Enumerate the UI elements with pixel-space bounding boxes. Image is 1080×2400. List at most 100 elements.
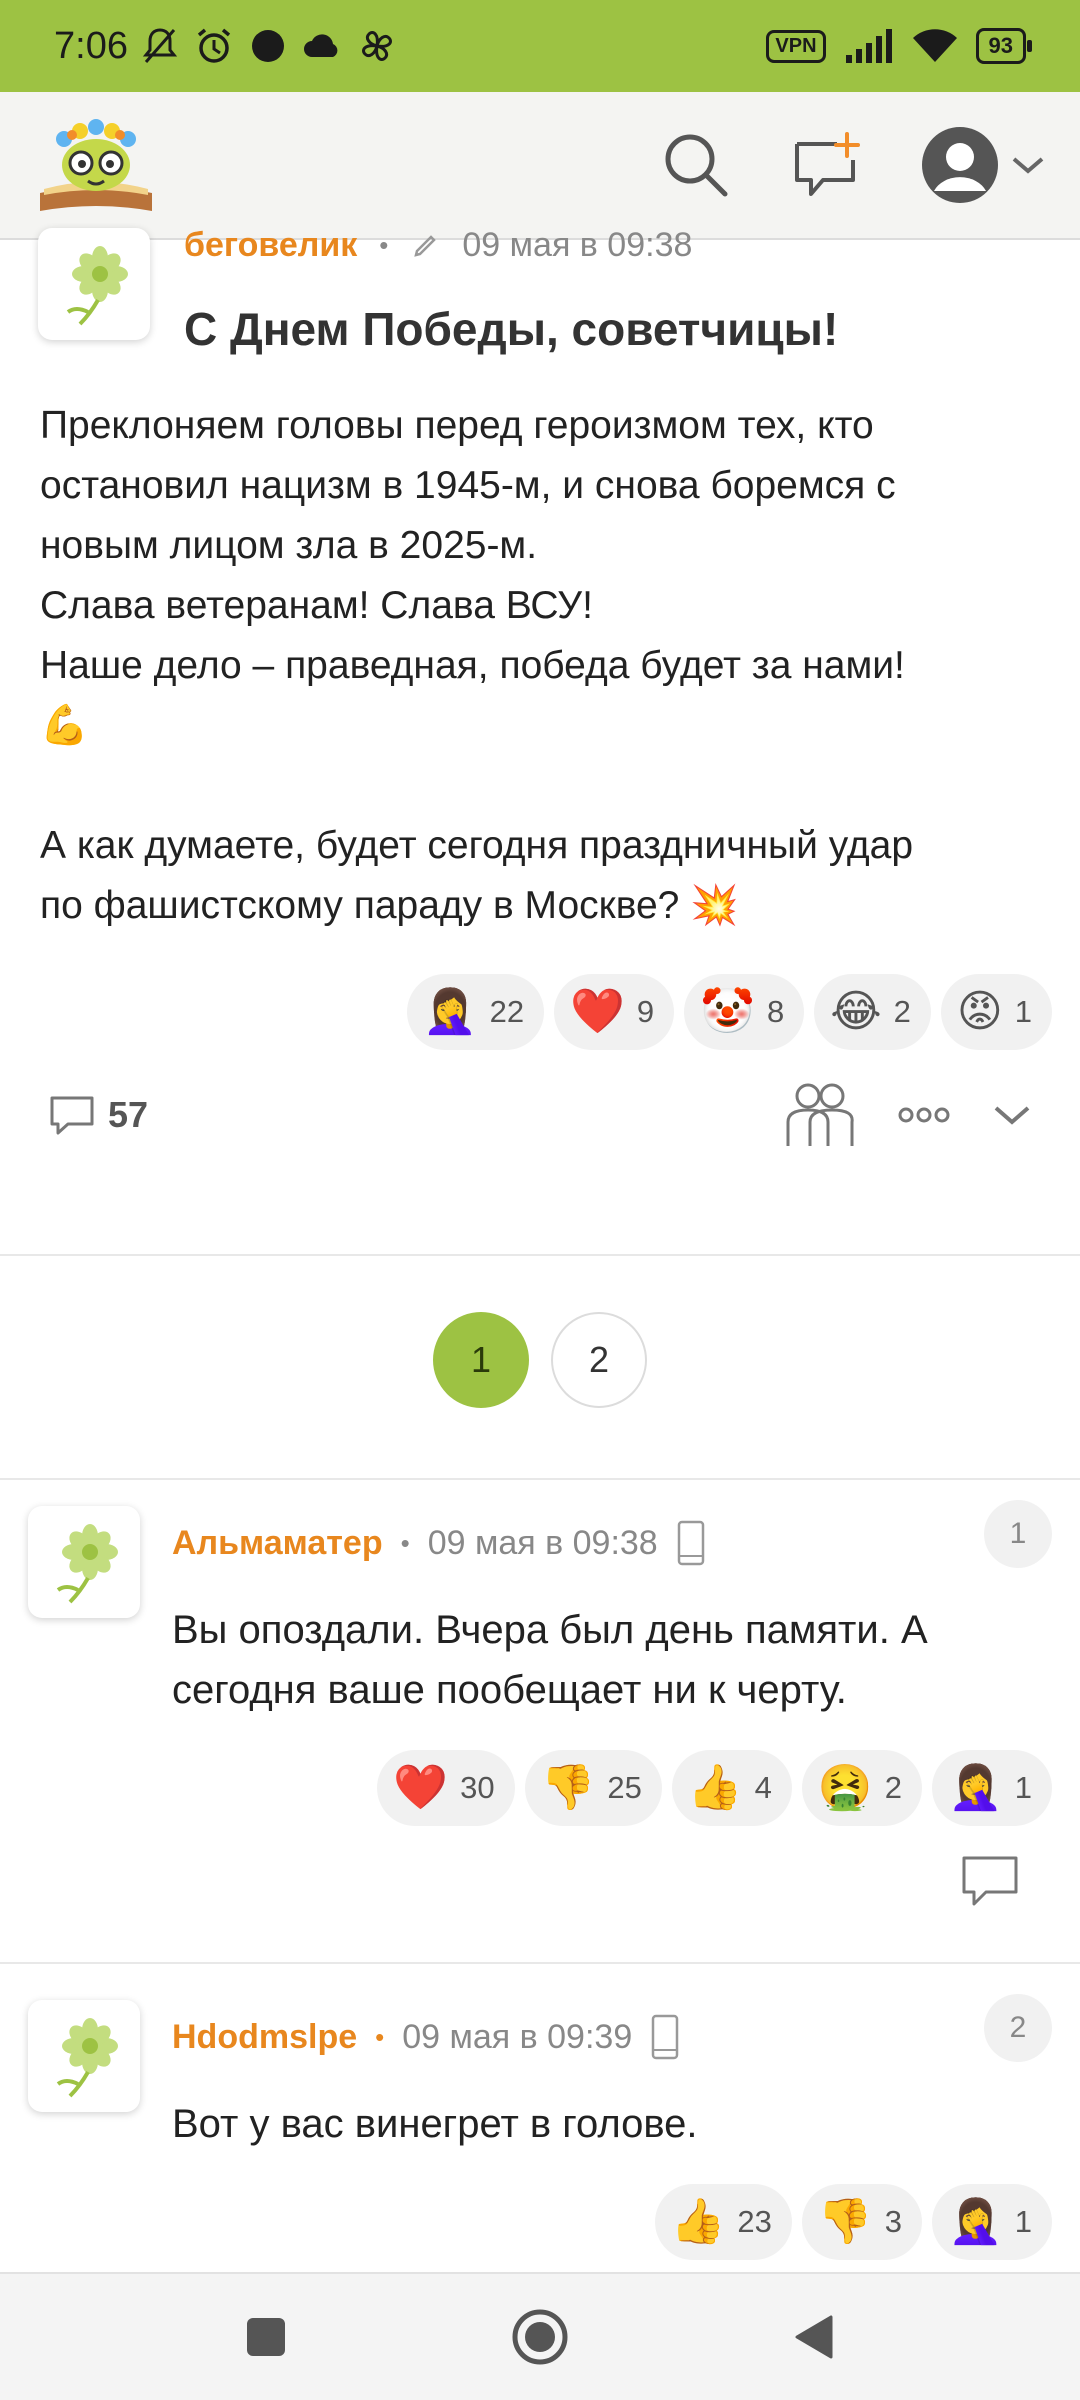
- system-nav-bar: [0, 2272, 1080, 2400]
- reaction-count: 4: [754, 1770, 772, 1805]
- reply-icon[interactable]: [960, 1854, 1020, 1908]
- square-icon: [247, 2318, 285, 2356]
- post-body-line: новым лицом зла в 2025-м.: [40, 524, 538, 567]
- reaction-laugh[interactable]: 😂 2: [814, 974, 931, 1050]
- post-body-line: Слава ветеранам! Слава ВСУ!: [40, 584, 593, 627]
- comment-time: 09 мая в 09:39: [402, 2017, 633, 2056]
- thumbs-down-icon: 👎: [817, 2196, 873, 2247]
- flower-bookworm-logo[interactable]: [34, 115, 158, 215]
- comment-author-name[interactable]: Альмаматер: [172, 1524, 383, 1563]
- cloud-icon: [303, 34, 338, 57]
- comment-author-avatar[interactable]: [28, 1506, 140, 1618]
- reaction-heart[interactable]: ❤️ 30: [377, 1750, 515, 1826]
- profile-menu[interactable]: [920, 125, 1046, 205]
- divider: [0, 1254, 1080, 1256]
- vomit-icon: 🤮: [817, 1762, 873, 1813]
- comment: Альмаматер • 09 мая в 09:38 1 Вы опоздал…: [0, 1478, 1080, 1962]
- comment-text: Вы опоздали. Вчера был день памяти. А се…: [172, 1608, 928, 1712]
- reaction-count: 9: [636, 994, 655, 1029]
- alarm-icon: [197, 28, 231, 63]
- wifi-icon: [912, 29, 957, 62]
- reaction-count: 23: [737, 2204, 772, 2239]
- battery-icon: 93: [975, 28, 1033, 64]
- reaction-thumbs-down[interactable]: 👎 3: [801, 2184, 922, 2260]
- home-button[interactable]: [508, 2305, 572, 2369]
- search-icon[interactable]: [660, 129, 732, 201]
- comment-number: 1: [984, 1500, 1052, 1568]
- post-footer: 57: [0, 1080, 1080, 1160]
- back-triangle-icon: [795, 2315, 833, 2359]
- comments-count-button[interactable]: 57: [48, 1094, 148, 1136]
- status-bar: 7:06 VPN 93: [0, 0, 1080, 92]
- post-body-line: А как думаете, будет сегодня праздничный…: [40, 824, 914, 867]
- daisy-icon: [66, 246, 128, 326]
- bell-off-icon: [142, 28, 178, 63]
- heart-icon: ❤️: [393, 1762, 449, 1813]
- thumbs-up-icon: 👍: [670, 2196, 726, 2247]
- home-circle-icon: [512, 2309, 568, 2365]
- reaction-count: 8: [766, 994, 785, 1029]
- collapse-chevron-icon[interactable]: [992, 1102, 1032, 1128]
- reaction-count: 1: [1014, 2204, 1032, 2239]
- people-icon[interactable]: [782, 1080, 856, 1150]
- meta-separator: •: [379, 230, 389, 260]
- reaction-count: 25: [607, 1770, 642, 1805]
- page-button-2[interactable]: 2: [551, 1312, 647, 1408]
- dot-icon: [251, 30, 284, 62]
- chevron-down-icon[interactable]: [1010, 153, 1046, 177]
- post-footer-actions: [782, 1080, 1032, 1150]
- comment-author-name[interactable]: Hdodmslpe: [172, 2018, 357, 2057]
- reaction-clown[interactable]: 🤡 8: [684, 974, 805, 1050]
- comment: Hdodmslpe • 09 мая в 09:39 2 Вот у вас в…: [0, 1962, 1080, 2272]
- vpn-icon: VPN: [766, 29, 826, 63]
- post-body-line: Наше дело – праведная, победа будет за н…: [40, 644, 905, 687]
- facepalm-icon: 🤦‍♀️: [947, 1762, 1003, 1813]
- post-body-line: Преклоняем головы перед героизмом тех, к…: [40, 404, 874, 447]
- recents-button[interactable]: [234, 2305, 298, 2369]
- reaction-count: 30: [460, 1770, 495, 1805]
- reaction-vomit[interactable]: 🤮 2: [801, 1750, 922, 1826]
- reaction-count: 1: [1014, 1770, 1032, 1805]
- reaction-thumbs-down[interactable]: 👎 25: [524, 1750, 662, 1826]
- edit-pencil-icon: [414, 234, 437, 257]
- reaction-count: 1: [1014, 994, 1032, 1029]
- reaction-facepalm[interactable]: 🤦‍♀️ 22: [406, 974, 545, 1050]
- reaction-angry[interactable]: 😡 1: [940, 974, 1052, 1050]
- reaction-count: 2: [884, 1770, 902, 1805]
- reaction-heart[interactable]: ❤️ 9: [554, 974, 675, 1050]
- meta-separator: •: [375, 2021, 385, 2052]
- new-post-icon[interactable]: [790, 129, 862, 201]
- thumbs-down-icon: 👎: [540, 1762, 596, 1813]
- reaction-count: 2: [893, 994, 911, 1029]
- comment-time: 09 мая в 09:38: [427, 1523, 658, 1562]
- post-body-line: по фашистскому параду в Москве? 💥: [40, 884, 739, 927]
- status-icons-left: [142, 26, 396, 66]
- status-time: 7:06: [54, 24, 128, 67]
- heart-icon: ❤️: [570, 986, 625, 1037]
- reaction-facepalm[interactable]: 🤦‍♀️ 1: [931, 1750, 1052, 1826]
- comment-reactions: ❤️ 30 👎 25 👍 4 🤮 2 🤦‍♀️ 1: [377, 1750, 1052, 1826]
- reaction-thumbs-up[interactable]: 👍 23: [654, 2184, 792, 2260]
- post-time: 09 мая в 09:38: [462, 226, 693, 264]
- post-author-name[interactable]: беговелик: [184, 226, 357, 265]
- comment-meta: Альмаматер • 09 мая в 09:38: [172, 1520, 706, 1566]
- reaction-facepalm[interactable]: 🤦‍♀️ 1: [931, 2184, 1052, 2260]
- post-body-line: остановил нацизм в 1945-м, и снова борем…: [40, 464, 896, 507]
- reaction-thumbs-up[interactable]: 👍 4: [671, 1750, 792, 1826]
- back-button[interactable]: [782, 2305, 846, 2369]
- pagination: 1 2: [0, 1312, 1080, 1408]
- status-icons-right: VPN 93: [766, 28, 1033, 64]
- post-title: С Днем Победы, советчицы!: [184, 303, 839, 355]
- post-author-avatar[interactable]: [38, 228, 150, 340]
- more-options-icon[interactable]: [896, 1105, 952, 1125]
- post-body: Преклоняем головы перед героизмом тех, к…: [40, 396, 1040, 936]
- fan-icon: [362, 31, 392, 61]
- post-body-line: 💪: [40, 703, 89, 748]
- comment-author-avatar[interactable]: [28, 2000, 140, 2112]
- page-button-1[interactable]: 1: [433, 1312, 529, 1408]
- post-body-line: [40, 756, 1040, 816]
- daisy-icon: [56, 2018, 118, 2098]
- app-header: [0, 92, 1080, 240]
- avatar-icon[interactable]: [920, 125, 1000, 205]
- comment-reactions: 👍 23 👎 3 🤦‍♀️ 1: [654, 2184, 1052, 2260]
